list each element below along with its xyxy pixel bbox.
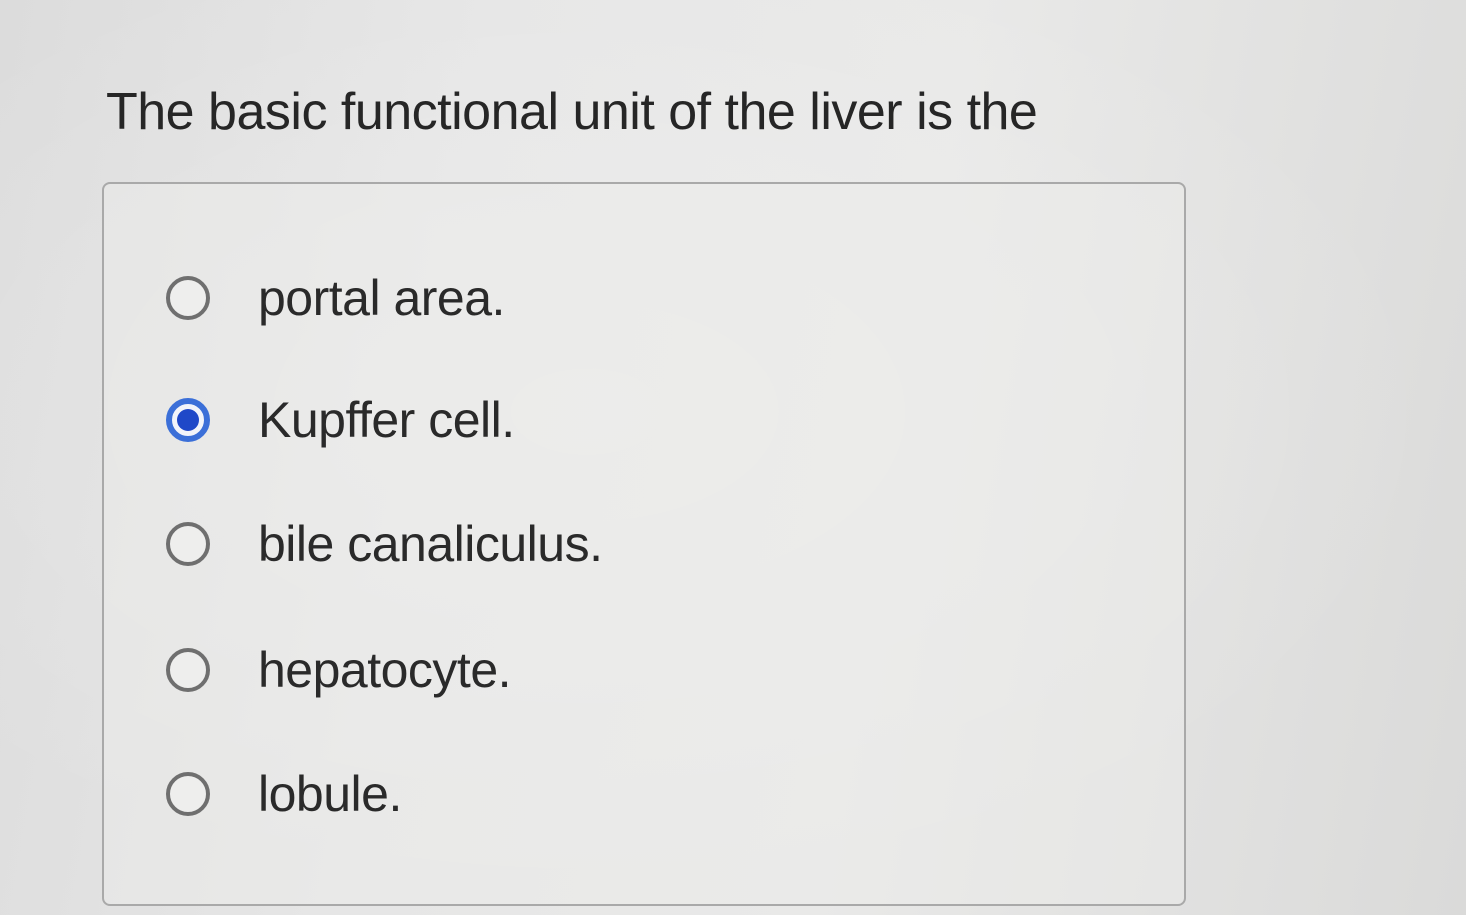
option-label[interactable]: bile canaliculus. [258,515,603,573]
option-portal-area[interactable]: portal area. [166,266,505,330]
option-hepatocyte[interactable]: hepatocyte. [166,638,512,702]
answer-options-box: portal area. Kupffer cell. bile canalicu… [102,182,1186,906]
radio-button-unselected[interactable] [166,522,210,566]
option-label[interactable]: Kupffer cell. [258,391,515,449]
question-text: The basic functional unit of the liver i… [106,83,1038,141]
option-label[interactable]: hepatocyte. [258,641,512,699]
option-kupffer-cell[interactable]: Kupffer cell. [166,388,515,452]
radio-button-unselected[interactable] [166,772,210,816]
radio-button-unselected[interactable] [166,648,210,692]
option-lobule[interactable]: lobule. [166,762,402,826]
radio-button-unselected[interactable] [166,276,210,320]
option-bile-canaliculus[interactable]: bile canaliculus. [166,512,603,576]
option-label[interactable]: portal area. [258,269,505,327]
radio-selected-dot-icon [177,409,199,431]
radio-button-selected[interactable] [166,398,210,442]
option-label[interactable]: lobule. [258,765,402,823]
